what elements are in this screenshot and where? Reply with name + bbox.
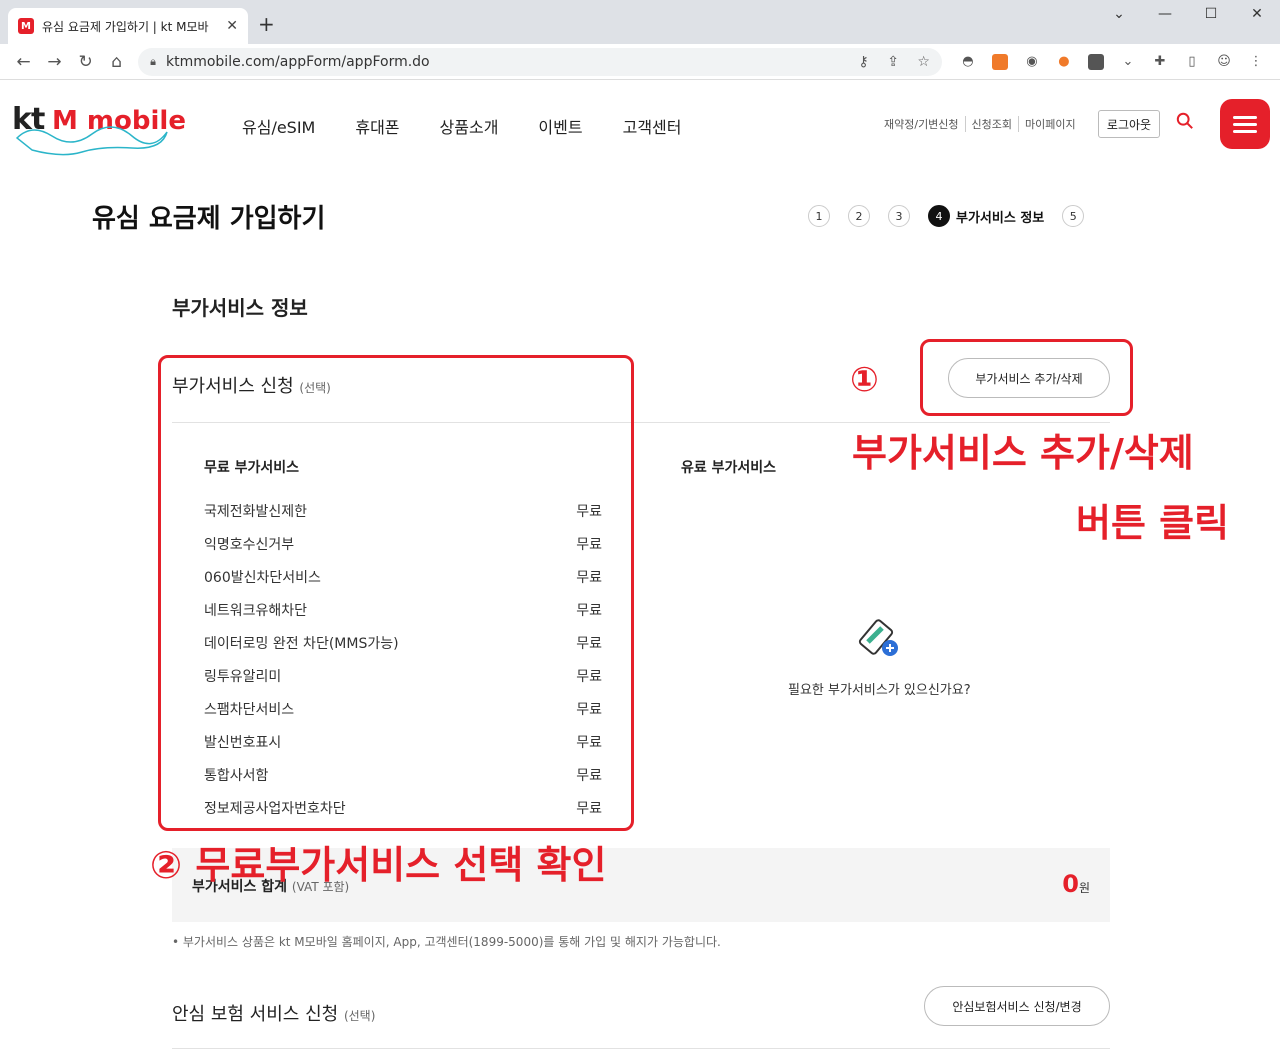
search-icon[interactable] <box>1176 112 1194 130</box>
nav-item-event[interactable]: 이벤트 <box>538 114 582 138</box>
camera-icon[interactable]: ◉ <box>1016 54 1048 70</box>
favicon-icon: M <box>18 18 34 34</box>
reload-icon[interactable]: ↻ <box>70 52 101 72</box>
extension-orange-icon[interactable] <box>984 53 1016 70</box>
extension-circle-icon[interactable]: ● <box>1048 54 1080 70</box>
puzzle-icon[interactable]: ✚ <box>1144 54 1176 70</box>
divider <box>172 1048 1110 1049</box>
section-title: 부가서비스 정보 <box>172 296 308 320</box>
nav-item-usim[interactable]: 유심/eSIM <box>242 114 315 138</box>
sidepanel-icon[interactable]: ▯ <box>1176 54 1208 70</box>
browser-tabbar: M 유심 요금제 가입하기 | kt M모바 ✕ + ⌄ — ☐ ✕ <box>0 0 1280 44</box>
profile-avatar-icon[interactable]: ☺ <box>1208 54 1240 70</box>
address-bar[interactable]: 🔒︎ ktmmobile.com/appForm/appForm.do ⚷ ⇪ … <box>138 47 942 76</box>
annotation-text-1a: 부가서비스 추가/삭제 <box>852 431 1194 475</box>
close-icon[interactable]: ✕ <box>226 18 238 34</box>
tab-title: 유심 요금제 가입하기 | kt M모바 <box>42 19 209 34</box>
empty-state-text: 필요한 부가서비스가 있으신가요? <box>788 683 971 698</box>
paid-addon-heading: 유료 부가서비스 <box>681 460 777 476</box>
summary-amount: 0 <box>1062 870 1079 898</box>
utility-links: 재약정/기변신청 신청조회 마이페이지 <box>884 116 1082 132</box>
chevron-down-icon[interactable]: ⌄ <box>1096 6 1142 22</box>
annotation-text-2: ② 무료부가서비스 선택 확인 <box>150 843 607 887</box>
browser-tab[interactable]: M 유심 요금제 가입하기 | kt M모바 ✕ <box>8 8 248 44</box>
nav-item-phone[interactable]: 휴대폰 <box>355 114 399 138</box>
step-active-label: 부가서비스 정보 <box>956 210 1045 226</box>
nav-item-support[interactable]: 고객센터 <box>623 114 682 138</box>
insurance-apply-button[interactable]: 안심보험서비스 신청/변경 <box>924 986 1110 1026</box>
extension-chevron-icon[interactable]: ⌄ <box>1112 54 1144 70</box>
hamburger-menu-button[interactable] <box>1220 99 1270 149</box>
summary-unit: 원 <box>1078 881 1090 895</box>
logo-decoration-icon <box>15 126 168 156</box>
home-icon[interactable]: ⌂ <box>101 52 132 72</box>
minimize-icon[interactable]: — <box>1142 6 1188 22</box>
back-icon[interactable]: ← <box>8 52 39 72</box>
step-3: 3 <box>888 205 910 227</box>
annotation-box-add-button <box>920 339 1133 416</box>
addon-note: • 부가서비스 상품은 kt M모바일 홈페이지, App, 고객센터(1899… <box>172 935 721 949</box>
new-tab-icon[interactable]: + <box>258 12 275 36</box>
window-controls: ⌄ — ☐ ✕ <box>1096 6 1280 22</box>
insurance-optional-label: (선택) <box>343 1009 376 1023</box>
extension-dark-icon[interactable] <box>1080 53 1112 70</box>
forward-icon[interactable]: → <box>39 52 70 72</box>
browser-toolbar: ← → ↻ ⌂ 🔒︎ ktmmobile.com/appForm/appForm… <box>0 44 1280 80</box>
nav-item-products[interactable]: 상품소개 <box>440 114 499 138</box>
util-link-recontract[interactable]: 재약정/기변신청 <box>884 116 965 132</box>
phone-add-icon <box>858 619 898 656</box>
insurance-title: 안심 보험 서비스 신청 (선택) <box>172 1000 375 1026</box>
step-4-active: 4 <box>928 205 950 227</box>
page-title: 유심 요금제 가입하기 <box>92 204 326 234</box>
extension-mask-icon[interactable]: ◓ <box>952 54 984 70</box>
extensions-bar: ◓ ◉ ● ⌄ ✚ ▯ ☺ ⋮ <box>952 53 1272 70</box>
star-icon[interactable]: ☆ <box>917 54 930 70</box>
annotation-number-1: ① <box>850 360 879 400</box>
util-link-mypage[interactable]: 마이페이지 <box>1018 116 1082 132</box>
logout-button[interactable]: 로그아웃 <box>1098 110 1160 138</box>
step-indicator: 1 2 3 4 부가서비스 정보 5 <box>808 205 1102 227</box>
insurance-title-text: 안심 보험 서비스 신청 <box>172 1004 339 1025</box>
annotation-box-free-list <box>158 355 634 831</box>
share-icon[interactable]: ⇪ <box>887 54 899 70</box>
step-5: 5 <box>1062 205 1085 227</box>
summary-value: 0원 <box>1062 870 1090 898</box>
url-text[interactable]: ktmmobile.com/appForm/appForm.do <box>166 54 845 70</box>
annotation-text-1b: 버튼 클릭 <box>1076 501 1230 545</box>
maximize-icon[interactable]: ☐ <box>1188 6 1234 22</box>
more-icon[interactable]: ⋮ <box>1240 54 1272 70</box>
main-nav: 유심/eSIM 휴대폰 상품소개 이벤트 고객센터 <box>242 114 721 138</box>
key-icon[interactable]: ⚷ <box>859 54 869 70</box>
lock-icon[interactable]: 🔒︎ <box>150 55 156 69</box>
util-link-inquiry[interactable]: 신청조회 <box>964 116 1018 132</box>
step-2: 2 <box>848 205 870 227</box>
step-1: 1 <box>808 205 830 227</box>
close-window-icon[interactable]: ✕ <box>1234 6 1280 22</box>
